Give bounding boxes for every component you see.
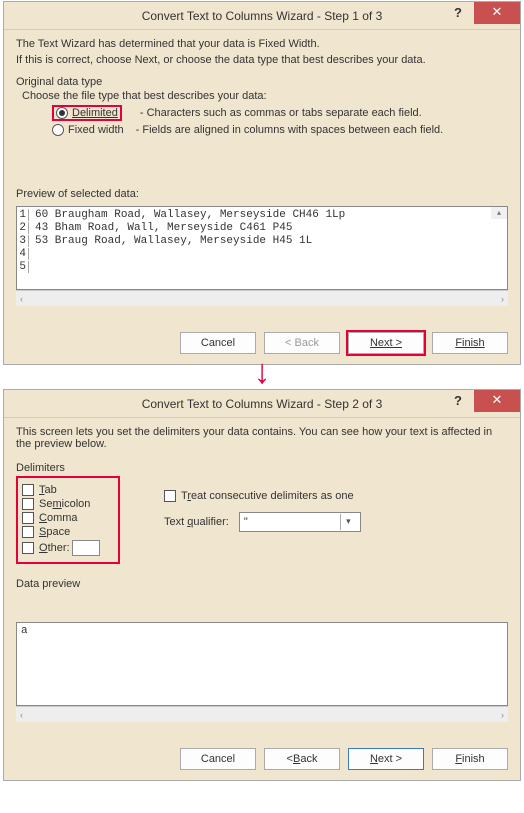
next-button[interactable]: Next > bbox=[348, 332, 424, 354]
original-data-type-label: Original data type bbox=[16, 76, 508, 88]
checkbox-semicolon-label: Semicolon bbox=[39, 498, 90, 510]
close-button[interactable]: ✕ bbox=[474, 2, 520, 24]
checkbox-space-label: Space bbox=[39, 526, 70, 538]
file-type-sub-label: Choose the file type that best describes… bbox=[22, 90, 508, 102]
radio-delimited-desc: - Characters such as commas or tabs sepa… bbox=[140, 107, 422, 119]
row-num-4: 4 bbox=[19, 248, 29, 260]
checkbox-comma-label: Comma bbox=[39, 512, 78, 524]
help-button[interactable]: ? bbox=[444, 2, 472, 25]
check-row-space[interactable]: Space bbox=[22, 526, 114, 538]
check-row-comma[interactable]: Comma bbox=[22, 512, 114, 524]
check-row-other[interactable]: Other: bbox=[22, 540, 114, 556]
data-preview-label: Data preview bbox=[16, 578, 508, 590]
checkbox-tab-label: Tab bbox=[39, 484, 57, 496]
row-text-3: 53 Braug Road, Wallasey, Merseyside H45 … bbox=[35, 235, 312, 247]
row-num-3: 3 bbox=[19, 235, 29, 247]
close-button[interactable]: ✕ bbox=[474, 390, 520, 412]
other-delimiter-input[interactable] bbox=[72, 540, 100, 556]
next-button[interactable]: Next > bbox=[348, 748, 424, 770]
checkbox-semicolon[interactable] bbox=[22, 498, 34, 510]
radio-delimited-label: Delimited bbox=[72, 107, 118, 119]
step2-button-row: Cancel < Back Next > Finish bbox=[16, 722, 508, 770]
step1-title: Convert Text to Columns Wizard - Step 1 … bbox=[142, 9, 383, 23]
text-qualifier-label: Text qualifier: bbox=[164, 516, 229, 528]
step1-desc1: The Text Wizard has determined that your… bbox=[16, 38, 508, 50]
radio-delimited[interactable] bbox=[56, 107, 68, 119]
row-text-2: 43 Bham Road, Wall, Merseyside C461 P45 bbox=[35, 222, 292, 234]
scroll-right-icon[interactable]: › bbox=[501, 710, 504, 720]
row-num-1: 1 bbox=[19, 209, 29, 221]
scroll-right-icon[interactable]: › bbox=[501, 294, 504, 304]
step1-dialog: Convert Text to Columns Wizard - Step 1 … bbox=[3, 1, 521, 365]
checkbox-comma[interactable] bbox=[22, 512, 34, 524]
step2-dialog: Convert Text to Columns Wizard - Step 2 … bbox=[3, 389, 521, 781]
checkbox-treat-consecutive[interactable] bbox=[164, 490, 176, 502]
checkbox-other-label: Other: bbox=[39, 542, 70, 554]
step2-content: This screen lets you set the delimiters … bbox=[4, 418, 520, 780]
radio-row-fixed[interactable]: Fixed width - Fields are aligned in colu… bbox=[52, 124, 508, 136]
row-text-1: 60 Braugham Road, Wallasey, Merseyside C… bbox=[35, 209, 345, 221]
step2-title: Convert Text to Columns Wizard - Step 2 … bbox=[142, 397, 383, 411]
help-button[interactable]: ? bbox=[444, 390, 472, 413]
step2-desc: This screen lets you set the delimiters … bbox=[16, 426, 508, 450]
scroll-up-icon[interactable]: ▴ bbox=[491, 207, 507, 219]
row-num-2: 2 bbox=[19, 222, 29, 234]
step2-titlebar: Convert Text to Columns Wizard - Step 2 … bbox=[4, 390, 520, 418]
check-row-treat-consecutive[interactable]: Treat consecutive delimiters as one bbox=[164, 490, 361, 502]
preview-hscrollbar[interactable]: ‹ › bbox=[16, 290, 508, 306]
checkbox-tab[interactable] bbox=[22, 484, 34, 496]
back-button[interactable]: < Back bbox=[264, 748, 340, 770]
delimiters-label: Delimiters bbox=[16, 462, 508, 474]
checkbox-other[interactable] bbox=[22, 542, 34, 554]
checkbox-space[interactable] bbox=[22, 526, 34, 538]
check-row-tab[interactable]: Tab bbox=[22, 484, 114, 496]
radio-fixed-desc: - Fields are aligned in columns with spa… bbox=[136, 124, 444, 136]
data-preview-box[interactable]: a bbox=[16, 622, 508, 706]
preview-label: Preview of selected data: bbox=[16, 188, 508, 200]
row-num-5: 5 bbox=[19, 261, 29, 273]
radio-fixed-width[interactable] bbox=[52, 124, 64, 136]
finish-button[interactable]: Finish bbox=[432, 748, 508, 770]
treat-consecutive-label: Treat consecutive delimiters as one bbox=[181, 490, 354, 502]
data-preview-text: a bbox=[21, 625, 28, 637]
check-row-semicolon[interactable]: Semicolon bbox=[22, 498, 114, 510]
text-qualifier-value: " bbox=[244, 516, 248, 528]
step1-content: The Text Wizard has determined that your… bbox=[4, 30, 520, 364]
delimiters-group: Tab Semicolon Comma Space Other: bbox=[16, 476, 120, 564]
cancel-button[interactable]: Cancel bbox=[180, 332, 256, 354]
delimiters-right: Treat consecutive delimiters as one Text… bbox=[164, 488, 361, 532]
step1-titlebar: Convert Text to Columns Wizard - Step 1 … bbox=[4, 2, 520, 30]
radio-row-delimited[interactable]: Delimited - Characters such as commas or… bbox=[52, 105, 508, 121]
text-qualifier-select[interactable]: " ▾ bbox=[239, 512, 361, 532]
scroll-left-icon[interactable]: ‹ bbox=[20, 710, 23, 720]
finish-button[interactable]: Finish bbox=[432, 332, 508, 354]
scroll-left-icon[interactable]: ‹ bbox=[20, 294, 23, 304]
step1-button-row: Cancel < Back Next > Finish bbox=[16, 306, 508, 354]
step1-desc2: If this is correct, choose Next, or choo… bbox=[16, 54, 508, 66]
radio-fixed-label: Fixed width bbox=[68, 124, 124, 136]
cancel-button[interactable]: Cancel bbox=[180, 748, 256, 770]
preview-box[interactable]: ▴ 1 60 Braugham Road, Wallasey, Merseysi… bbox=[16, 206, 508, 290]
preview2-hscrollbar[interactable]: ‹ › bbox=[16, 706, 508, 722]
back-button: < Back bbox=[264, 332, 340, 354]
chevron-down-icon[interactable]: ▾ bbox=[340, 514, 356, 530]
text-qualifier-row: Text qualifier: " ▾ bbox=[164, 512, 361, 532]
